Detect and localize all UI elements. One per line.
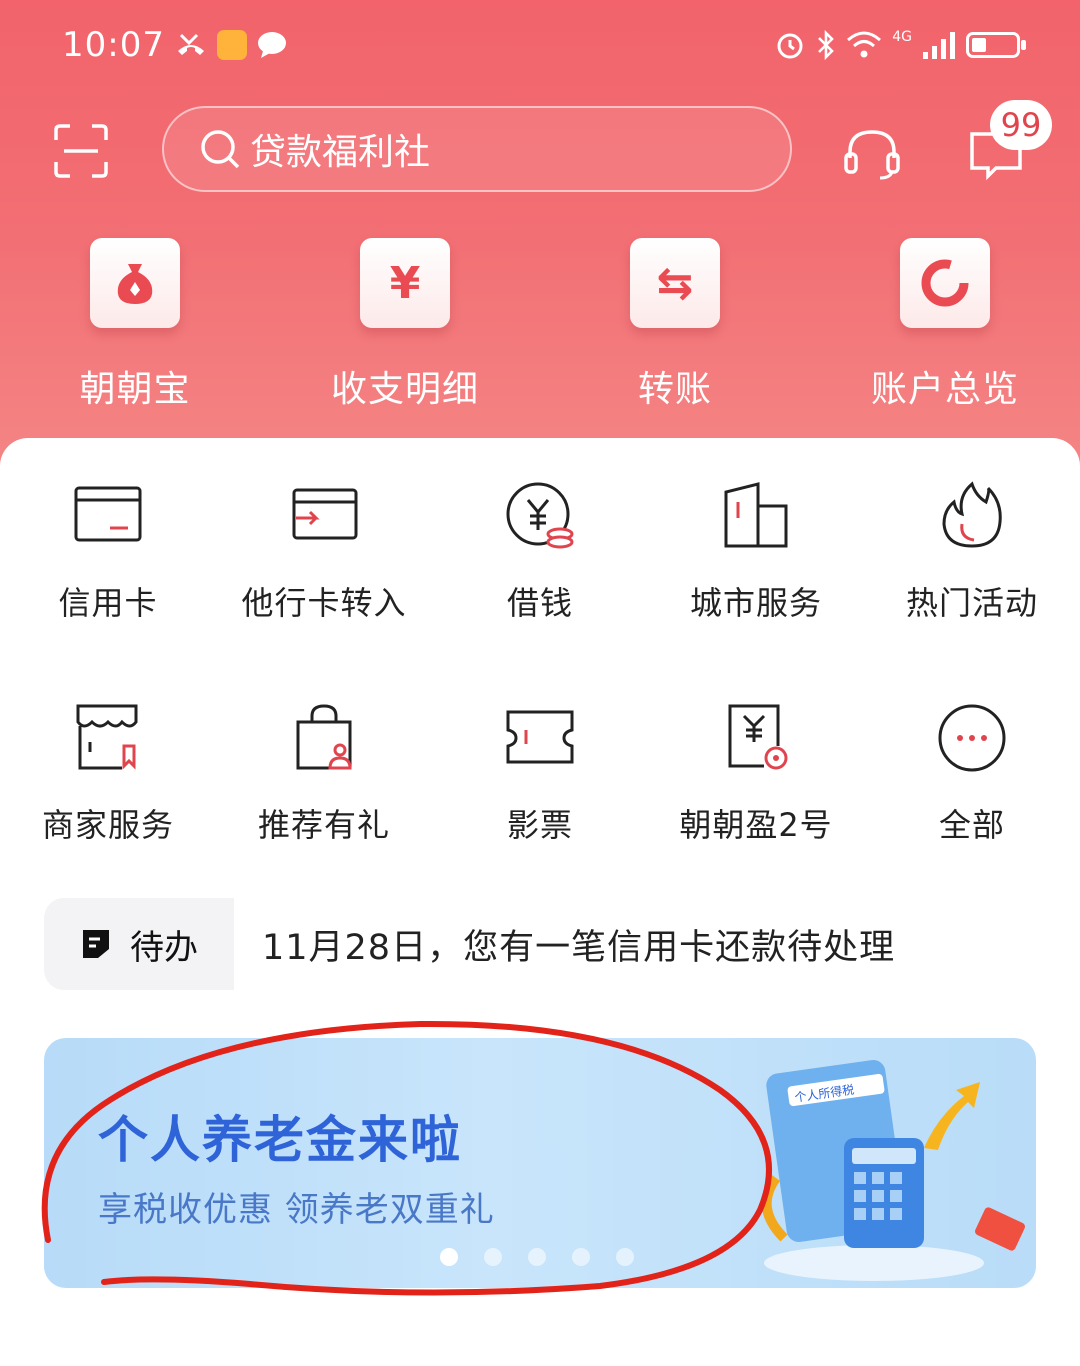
status-time: 10:07 bbox=[62, 25, 165, 65]
carousel-dot[interactable] bbox=[528, 1248, 546, 1266]
service-credit-card[interactable]: 信用卡 bbox=[0, 480, 216, 624]
carousel-dots bbox=[440, 1248, 634, 1266]
quick-actions: 朝朝宝 ¥ 收支明细 ⇆ 转账 账户总览 bbox=[0, 238, 1080, 418]
wifi-icon bbox=[847, 31, 882, 58]
service-label: 城市服务 bbox=[689, 584, 822, 622]
quick-label: 朝朝宝 bbox=[79, 369, 191, 410]
missed-call-icon bbox=[177, 33, 204, 55]
service-label: 借钱 bbox=[506, 584, 573, 622]
quick-label: 转账 bbox=[637, 369, 712, 410]
carousel-dot[interactable] bbox=[484, 1248, 502, 1266]
alarm-icon bbox=[777, 33, 803, 59]
search-placeholder: 贷款福利社 bbox=[250, 132, 431, 173]
tax-calculator-illustration: 个人所得税 bbox=[761, 1060, 1025, 1281]
status-right: 4G bbox=[774, 29, 1026, 61]
flame-icon bbox=[942, 481, 1002, 548]
card-transfer-in-icon bbox=[292, 488, 358, 540]
service-label: 商家服务 bbox=[41, 806, 174, 844]
service-city[interactable]: 城市服务 bbox=[648, 480, 864, 624]
pension-banner[interactable]: 个人养老金来啦 享税收优惠 领养老双重礼 个人所得税 bbox=[44, 1038, 1036, 1288]
fund-doc-icon bbox=[728, 704, 788, 770]
service-card-transfer-in[interactable]: 他行卡转入 bbox=[216, 480, 432, 624]
service-label: 影票 bbox=[506, 806, 573, 844]
todo-note-icon bbox=[83, 930, 109, 958]
scan-icon[interactable] bbox=[54, 124, 108, 178]
city-buildings-icon bbox=[724, 482, 788, 548]
quick-label: 收支明细 bbox=[330, 369, 479, 410]
status-left: 10:07 bbox=[62, 25, 287, 65]
gift-bag-icon bbox=[296, 704, 352, 770]
todo-chip: 待办 bbox=[44, 898, 234, 990]
quick-label: 账户总览 bbox=[870, 369, 1019, 410]
service-label: 信用卡 bbox=[58, 584, 158, 622]
service-fund[interactable]: 朝朝盈2号 bbox=[648, 702, 864, 846]
todo-label: 待办 bbox=[130, 927, 198, 968]
search-icon bbox=[201, 130, 240, 169]
service-label: 他行卡转入 bbox=[241, 584, 407, 622]
quick-item-transfer[interactable]: ⇆ 转账 bbox=[575, 238, 775, 412]
service-movie-ticket[interactable]: 影票 bbox=[432, 702, 648, 846]
ticket-icon bbox=[506, 710, 574, 764]
transfer-arrows-icon: ⇆ bbox=[630, 238, 720, 328]
service-label: 推荐有礼 bbox=[257, 806, 390, 844]
service-borrow[interactable]: 借钱 bbox=[432, 480, 648, 624]
service-referral[interactable]: 推荐有礼 bbox=[216, 702, 432, 846]
service-label: 全部 bbox=[938, 806, 1005, 844]
more-dots-icon bbox=[938, 704, 1006, 772]
todo-row[interactable]: 待办 11月28日，您有一笔信用卡还款待处理 bbox=[44, 898, 1044, 990]
service-merchant[interactable]: 商家服务 bbox=[0, 702, 216, 846]
status-bar: 10:07 4G bbox=[62, 22, 1026, 68]
yuan-icon: ¥ bbox=[360, 238, 450, 328]
service-all[interactable]: 全部 bbox=[864, 702, 1080, 846]
app-notification-icon bbox=[216, 30, 247, 60]
service-label: 朝朝盈2号 bbox=[679, 806, 833, 844]
banner-title: 个人养老金来啦 bbox=[98, 1111, 462, 1169]
pie-ring-icon bbox=[900, 238, 990, 328]
carousel-dot[interactable] bbox=[616, 1248, 634, 1266]
quick-item-zhaozhaobao[interactable]: 朝朝宝 bbox=[35, 238, 235, 412]
quick-item-statement[interactable]: ¥ 收支明细 bbox=[305, 238, 505, 412]
carousel-dot[interactable] bbox=[440, 1248, 458, 1266]
customer-service-icon[interactable] bbox=[842, 124, 902, 180]
store-icon bbox=[76, 704, 138, 770]
chat-bubble-icon bbox=[257, 32, 286, 58]
message-count-badge: 99 bbox=[990, 100, 1052, 150]
loan-coin-icon bbox=[506, 482, 574, 549]
network-type: 4G bbox=[892, 29, 912, 45]
bluetooth-icon bbox=[818, 29, 835, 61]
top-bar: 贷款福利社 bbox=[0, 106, 1080, 194]
search-bar[interactable]: 贷款福利社 bbox=[162, 106, 792, 192]
todo-message: 11月28日，您有一笔信用卡还款待处理 bbox=[262, 927, 896, 968]
quick-item-overview[interactable]: 账户总览 bbox=[845, 238, 1045, 412]
service-label: 热门活动 bbox=[905, 584, 1038, 622]
banner-subtitle: 享税收优惠 领养老双重礼 bbox=[98, 1190, 495, 1230]
battery-icon bbox=[966, 32, 1026, 58]
signal-icon bbox=[923, 32, 955, 59]
credit-card-icon bbox=[74, 486, 142, 542]
service-hot-events[interactable]: 热门活动 bbox=[864, 480, 1080, 624]
money-bag-icon bbox=[90, 238, 180, 328]
carousel-dot[interactable] bbox=[572, 1248, 590, 1266]
